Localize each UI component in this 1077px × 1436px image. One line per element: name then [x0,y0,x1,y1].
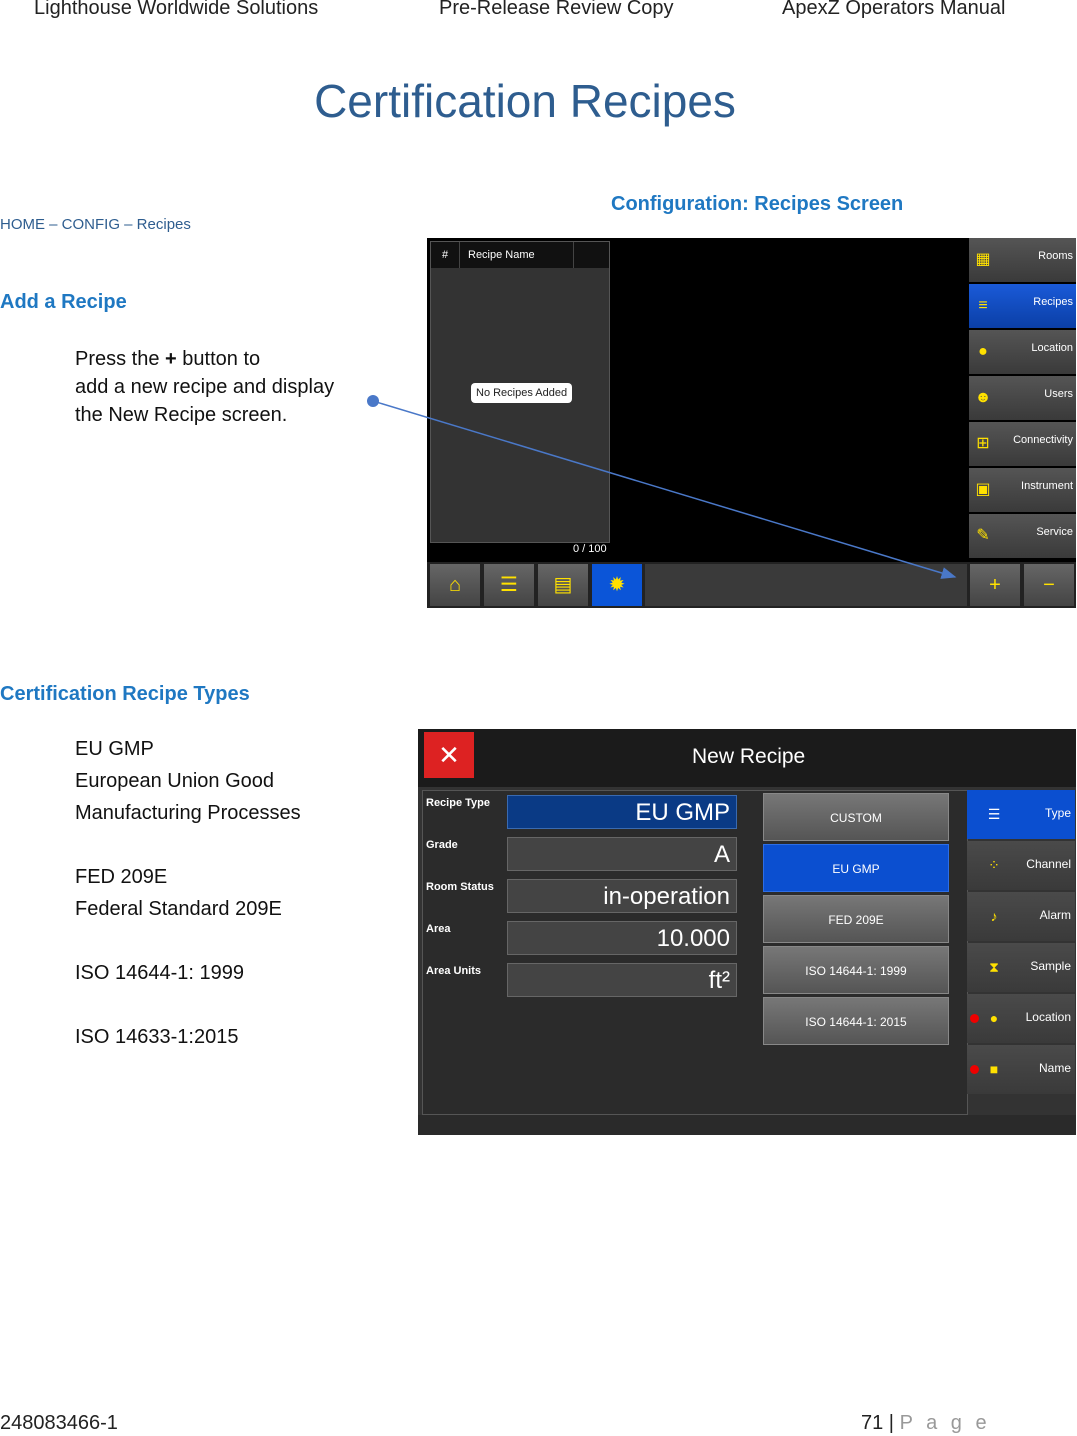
sidebar-item-alarm[interactable]: ♪ Alarm [967,892,1075,941]
types-list: EU GMP European Union Good Manufacturing… [75,738,301,1048]
area-field[interactable]: 10.000 [507,921,737,955]
area-units-field[interactable]: ft² [507,963,737,997]
recipe-type-field[interactable]: EU GMP [507,795,737,829]
sidebar-item-sample[interactable]: ⧗ Sample [967,943,1075,992]
sidebar-item-type[interactable]: ☰ Type [967,790,1075,839]
tag-icon: ■ [989,1061,999,1077]
grade-field[interactable]: A [507,837,737,871]
warning-dot [970,1014,979,1023]
types-heading: Certification Recipe Types [0,683,250,705]
recipe-sidebar: ☰ Type ⁘ Channel ♪ Alarm ⧗ Sample ● Location … [967,790,1075,1096]
list-icon: ☰ [987,806,1001,822]
option-iso-1999[interactable]: ISO 14644-1: 1999 [763,946,949,994]
recipe-form: Recipe Type EU GMP Grade A Room Status i… [422,790,968,1115]
room-status-field[interactable]: in-operation [507,879,737,913]
doc-number: 248083466-1 [0,1412,118,1434]
pin-icon: ● [989,1010,999,1026]
hourglass-icon: ⧗ [989,959,999,975]
page-number: 71 | P a g e [861,1412,991,1434]
dots-icon: ⁘ [988,857,1000,873]
new-recipe-screen: ✕ New Recipe Recipe Type EU GMP Grade A … [418,729,1076,1135]
callout-arrow [367,395,957,579]
close-button[interactable]: ✕ [424,732,474,778]
bell-icon: ♪ [990,908,998,924]
option-eu-gmp[interactable]: EU GMP [763,844,949,892]
option-custom[interactable]: CUSTOM [763,793,949,841]
option-fed-209e[interactable]: FED 209E [763,895,949,943]
screen-title: New Recipe [692,745,806,768]
option-iso-2015[interactable]: ISO 14644-1: 2015 [763,997,949,1045]
sidebar-item-channel[interactable]: ⁘ Channel [967,841,1075,890]
sidebar-item-location[interactable]: ● Location [967,994,1075,1043]
close-icon: ✕ [438,740,460,770]
warning-dot [970,1065,979,1074]
sidebar-item-name[interactable]: ■ Name [967,1045,1075,1094]
